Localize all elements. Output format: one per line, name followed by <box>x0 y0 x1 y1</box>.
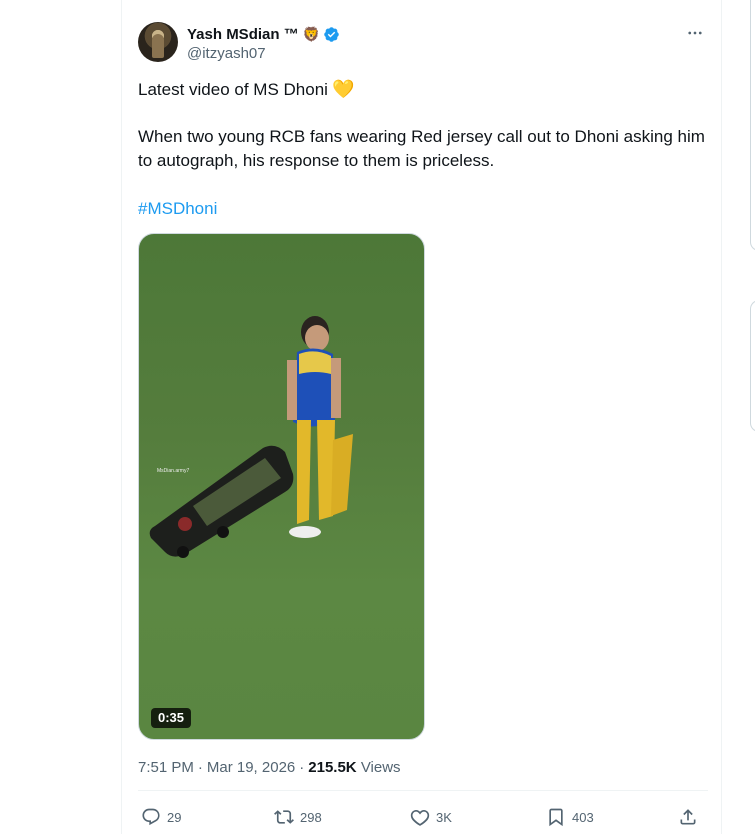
action-bar: 29 298 3K 403 <box>138 806 710 830</box>
bookmark-icon <box>549 808 563 827</box>
share-button[interactable] <box>678 806 704 828</box>
like-count: 3K <box>436 809 452 825</box>
reply-count: 29 <box>167 809 182 825</box>
sidebar-card-edge <box>750 0 755 251</box>
video-player[interactable]: MsDian.army7 0:35 <box>138 233 425 740</box>
like-button[interactable]: 3K <box>410 806 452 828</box>
share-icon <box>680 809 696 825</box>
views-count: 215.5K <box>308 759 357 776</box>
hashtag-link[interactable]: #MSDhoni <box>138 197 217 221</box>
player-figure-image <box>287 316 353 538</box>
avatar[interactable] <box>138 22 178 62</box>
tweet-text-intro: Latest video of MS Dhoni <box>138 80 328 99</box>
reply-button[interactable]: 29 <box>141 806 181 828</box>
video-watermark: MsDian.army7 <box>157 468 189 474</box>
bookmark-count: 403 <box>572 809 594 825</box>
meta-separator: · <box>197 759 203 776</box>
views-label: Views <box>360 759 401 776</box>
like-icon <box>410 809 430 826</box>
timeline-border-right <box>721 0 722 834</box>
sidebar-card-edge <box>750 300 755 432</box>
tweet-date[interactable]: Mar 19, 2026 <box>207 759 295 776</box>
verified-badge-icon <box>324 26 339 42</box>
meta-separator: · <box>299 759 305 776</box>
author-name[interactable]: Yash MSdian ™ <box>187 26 299 43</box>
tweet-metadata: 7:51 PM · Mar 19, 2026 · 215.5K Views <box>138 758 401 778</box>
timeline-border-left <box>121 0 122 834</box>
author-name-row[interactable]: Yash MSdian ™ 🦁 <box>187 24 340 44</box>
video-duration: 0:35 <box>151 708 192 728</box>
lion-emoji: 🦁 <box>302 25 321 42</box>
tweet-time[interactable]: 7:51 PM <box>138 759 194 776</box>
author-handle[interactable]: @itzyash07 <box>187 45 266 62</box>
divider <box>138 790 708 791</box>
tweet-text-body: When two young RCB fans wearing Red jers… <box>138 127 705 170</box>
more-options-icon[interactable] <box>684 22 706 44</box>
repost-count: 298 <box>300 809 322 825</box>
reply-icon <box>142 808 160 826</box>
repost-icon <box>274 810 294 824</box>
kit-bag-image: MsDian.army7 <box>149 445 294 558</box>
repost-button[interactable]: 298 <box>274 806 322 828</box>
tweet-text-line1: Latest video of MS Dhoni 💛 <box>138 77 708 102</box>
yellow-heart-emoji: 💛 <box>331 79 355 99</box>
bookmark-button[interactable]: 403 <box>546 806 594 828</box>
